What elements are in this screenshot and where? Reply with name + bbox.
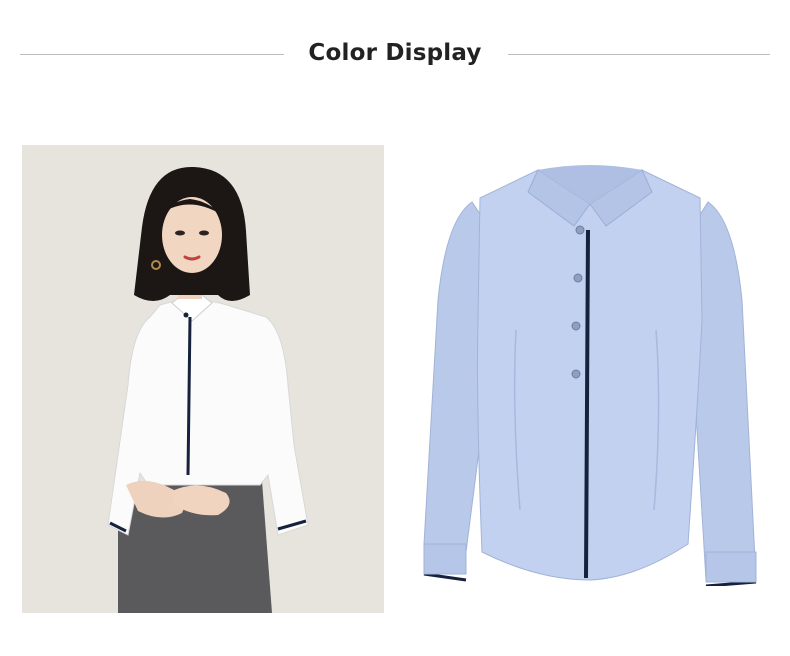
product-photo-blue-shirt <box>416 160 764 586</box>
section-header: Color Display <box>0 36 790 76</box>
left-cuff-piping <box>423 572 467 582</box>
section-title: Color Display <box>308 40 482 66</box>
shirt-piping <box>186 316 192 476</box>
right-cuff <box>705 551 757 583</box>
model-photo-white-shirt <box>22 145 384 613</box>
right-cuff-piping <box>705 580 757 586</box>
button-3 <box>571 321 581 331</box>
button-4 <box>571 369 581 379</box>
left-cuff <box>423 543 467 575</box>
right-divider <box>508 54 770 55</box>
button-2 <box>573 273 583 283</box>
model-illustration <box>22 145 384 613</box>
placket-piping <box>584 229 590 579</box>
collar-button <box>183 312 189 318</box>
left-eye <box>175 230 185 236</box>
button-1 <box>575 225 585 235</box>
blue-shirt-illustration <box>423 165 757 586</box>
right-eye <box>199 230 209 236</box>
